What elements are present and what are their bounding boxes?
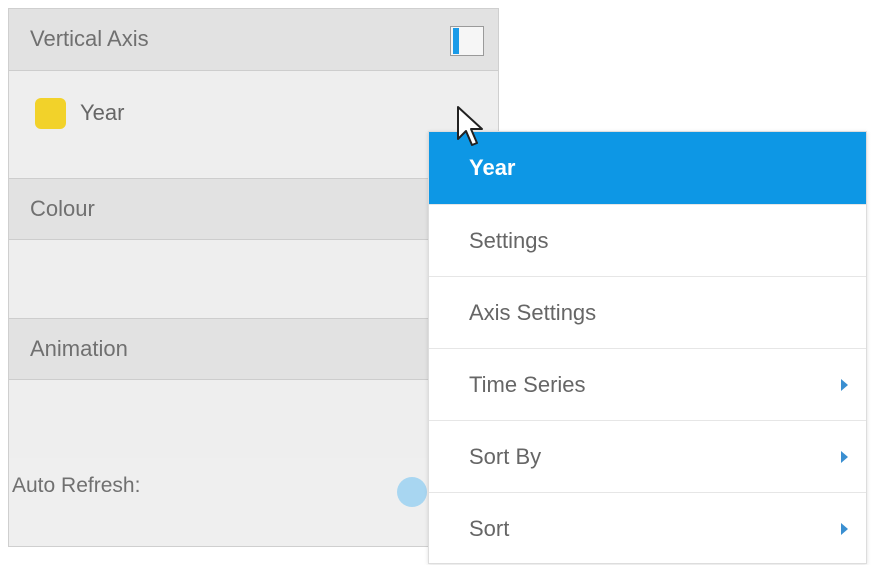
menu-item-label: Year [469,155,516,180]
menu-item-label: Time Series [469,372,586,397]
section-header-animation[interactable]: Animation [9,318,498,380]
menu-item-label: Settings [469,228,549,253]
menu-item-label: Sort [469,516,510,541]
field-context-menu: Year Settings Axis Settings Time Series … [428,131,867,564]
menu-item-time-series[interactable]: Time Series [429,348,866,420]
section-title: Vertical Axis [30,26,149,51]
section-header-colour[interactable]: Colour [9,178,498,240]
menu-item-year[interactable]: Year [429,132,866,204]
auto-refresh-toggle[interactable] [397,477,427,507]
toggle-bar [453,28,459,54]
menu-item-label: Sort By [469,444,542,469]
colour-drop-zone[interactable] [9,240,498,318]
mouse-pointer-icon [457,106,483,146]
panel-toggle-icon[interactable] [450,26,484,56]
animation-drop-zone[interactable] [9,380,498,458]
field-chip-label: Year [80,100,125,125]
chart-config-panel: Vertical Axis Year Colour Animation [8,8,499,547]
auto-refresh-label: Auto Refresh: [12,474,141,497]
menu-item-sort[interactable]: Sort [429,492,866,564]
chevron-right-icon [841,451,848,463]
section-title: Colour [30,196,95,221]
section-title: Animation [30,336,128,361]
menu-item-label: Axis Settings [469,300,597,325]
menu-item-settings[interactable]: Settings [429,204,866,276]
field-chip-year[interactable]: Year [35,96,124,130]
section-header-vertical-axis[interactable]: Vertical Axis [9,9,498,71]
chevron-right-icon [841,379,848,391]
menu-item-sort-by[interactable]: Sort By [429,420,866,492]
menu-item-axis-settings[interactable]: Axis Settings [429,276,866,348]
chevron-right-icon [841,523,848,535]
field-color-swatch [35,97,66,129]
